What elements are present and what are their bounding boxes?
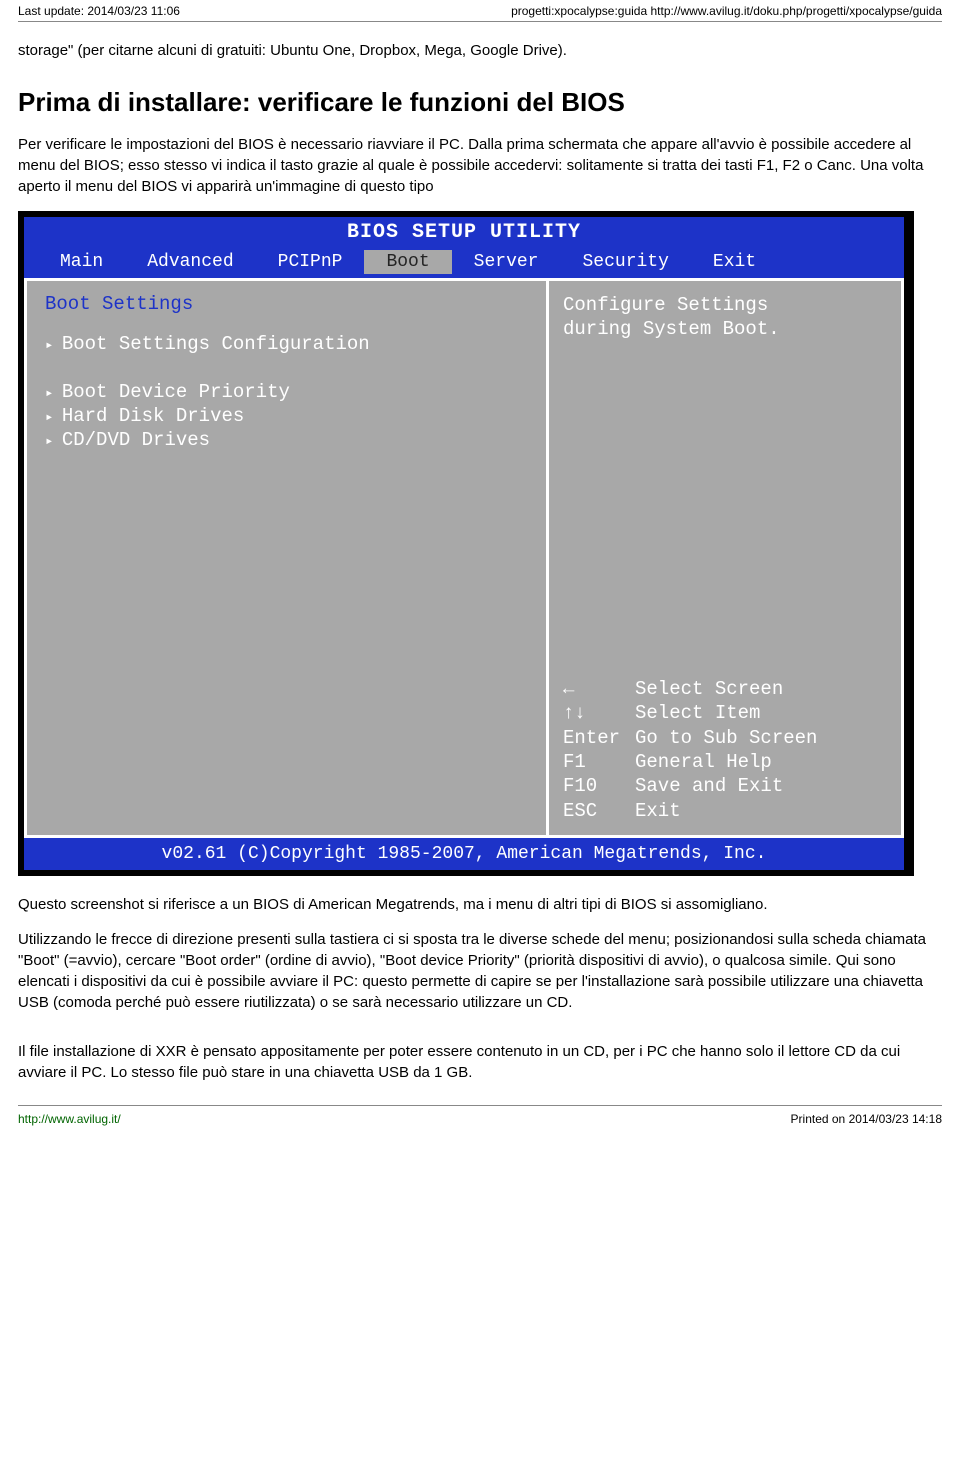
header-last-update: Last update: 2014/03/23 11:06 <box>18 4 180 18</box>
bios-help-label: Save and Exit <box>635 774 783 798</box>
bios-help-row: F10Save and Exit <box>563 774 885 798</box>
bios-help-key: ESC <box>563 799 635 823</box>
paragraph-after-3: Il file installazione di XXR è pensato a… <box>18 1041 942 1083</box>
bios-right-desc-line1: Configure Settings <box>563 293 885 317</box>
bios-help-row: EnterGo to Sub Screen <box>563 726 885 750</box>
bios-help-key: F10 <box>563 774 635 798</box>
paragraph-storage: storage" (per citarne alcuni di gratuiti… <box>18 40 942 61</box>
bios-tab-exit[interactable]: Exit <box>691 250 778 274</box>
bios-help-key: F1 <box>563 750 635 774</box>
bios-tab-boot[interactable]: Boot <box>364 250 451 274</box>
bios-left-heading: Boot Settings <box>45 293 528 315</box>
paragraph-intro: Per verificare le impostazioni del BIOS … <box>18 134 942 197</box>
document-page: Last update: 2014/03/23 11:06 progetti:x… <box>0 0 960 1148</box>
bios-help-row: ESCExit <box>563 799 885 823</box>
bios-help-key: ↑↓ <box>563 701 635 725</box>
bios-help-key: Enter <box>563 726 635 750</box>
bios-tab-security[interactable]: Security <box>560 250 690 274</box>
bios-menu-item[interactable]: Boot Settings Configuration <box>45 333 528 355</box>
bios-help-row: ←Select Screen <box>563 677 885 701</box>
footer-site-link[interactable]: http://www.avilug.it/ <box>18 1112 121 1126</box>
bios-right-pane: Configure Settings during System Boot. ←… <box>546 278 904 838</box>
paragraph-after-1: Questo screenshot si riferisce a un BIOS… <box>18 894 942 915</box>
bios-help-block: ←Select Screen↑↓Select ItemEnterGo to Su… <box>563 677 885 823</box>
bios-menu-item[interactable]: Hard Disk Drives <box>45 405 528 427</box>
bios-menu-item[interactable]: Boot Device Priority <box>45 381 528 403</box>
bios-help-key: ← <box>563 677 635 701</box>
bios-body: Boot Settings Boot Settings Configuratio… <box>24 278 904 838</box>
bios-footer-bar: v02.61 (C)Copyright 1985-2007, American … <box>24 838 904 870</box>
bios-right-description: Configure Settings during System Boot. <box>563 293 885 342</box>
bios-help-label: General Help <box>635 750 772 774</box>
bios-tab-advanced[interactable]: Advanced <box>125 250 255 274</box>
paragraph-after-2: Utilizzando le frecce di direzione prese… <box>18 929 942 1013</box>
bios-tab-bar: MainAdvancedPCIPnPBootServerSecurityExit <box>24 248 904 278</box>
bios-right-desc-line2: during System Boot. <box>563 317 885 341</box>
bios-left-pane: Boot Settings Boot Settings Configuratio… <box>24 278 546 838</box>
bios-help-label: Go to Sub Screen <box>635 726 817 750</box>
bios-help-row: F1General Help <box>563 750 885 774</box>
bios-menu-item[interactable]: CD/DVD Drives <box>45 429 528 451</box>
section-heading-bios: Prima di installare: verificare le funzi… <box>18 87 942 118</box>
bios-screenshot: BIOS SETUP UTILITY MainAdvancedPCIPnPBoo… <box>18 211 914 876</box>
bios-help-label: Select Screen <box>635 677 783 701</box>
bios-tab-pcipnp[interactable]: PCIPnP <box>256 250 365 274</box>
bios-help-label: Exit <box>635 799 681 823</box>
bios-title-bar: BIOS SETUP UTILITY <box>24 217 904 248</box>
header-source: progetti:xpocalypse:guida http://www.avi… <box>511 4 942 18</box>
bios-tab-main[interactable]: Main <box>38 250 125 274</box>
bios-tab-server[interactable]: Server <box>452 250 561 274</box>
bios-help-label: Select Item <box>635 701 760 725</box>
page-header: Last update: 2014/03/23 11:06 progetti:x… <box>18 0 942 22</box>
page-footer: http://www.avilug.it/ Printed on 2014/03… <box>18 1105 942 1130</box>
footer-printed-on: Printed on 2014/03/23 14:18 <box>791 1112 942 1126</box>
bios-help-row: ↑↓Select Item <box>563 701 885 725</box>
